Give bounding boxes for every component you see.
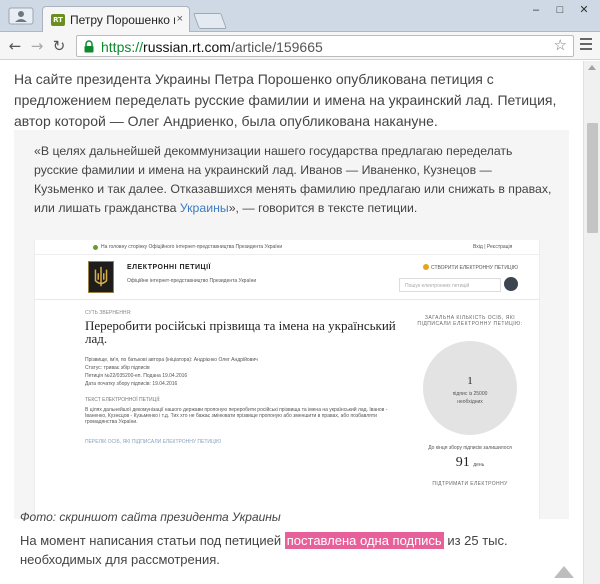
browser-menu-icon[interactable] (580, 38, 594, 52)
signature-count: 1 (467, 375, 473, 387)
maximize-button[interactable]: □ (550, 4, 570, 18)
resize-grip-icon[interactable] (550, 560, 578, 580)
close-window-button[interactable]: ✕ (574, 4, 594, 18)
trident-emblem-icon (88, 261, 114, 293)
petition-text: В цілях дальнейшої декомунізації нашого … (85, 407, 388, 425)
screenshot-search-icon (504, 277, 518, 291)
petition-label: СУТЬ ЗВЕРНЕННЯ: (85, 310, 132, 316)
signature-counter-circle: 1 підпис із 25000 необхідних (423, 341, 517, 435)
petition-title: Переробити російські прізвища та імена н… (85, 318, 396, 346)
screenshot-signature-panel: ЗАГАЛЬНА КІЛЬКІСТЬ ОСІБ, ЯКІ ПІДПИСАЛИ Е… (415, 315, 525, 487)
petition-text-label: ТЕКСТ ЕЛЕКТРОННОЇ ПЕТИЦІЇ: (85, 397, 161, 403)
url-scheme: https:// (101, 39, 144, 55)
screenshot-search-field: Пошук електронних петицій (399, 278, 501, 292)
signature-of-total: підпис із 25000 (452, 391, 488, 397)
petition-meta: Прізвище, ім'я, по батькові автора (ініц… (85, 357, 405, 387)
closing-text-start: На момент написания статьи под петицией (20, 533, 285, 548)
url-path: /article/159665 (230, 39, 323, 55)
screenshot-topbar: На головну сторінку Офіційного інтернет-… (35, 240, 539, 255)
petition-status: Статус: триває збір підписів (85, 365, 150, 371)
screenshot-login-link: Вхід | Реєстрація (473, 244, 513, 250)
screenshot-header: ЕЛЕКТРОННІ ПЕТИЦІЇ Офіційне інтернет-пре… (35, 255, 539, 300)
browser-titlebar: RT Петру Порошенко предл × – □ ✕ (0, 0, 600, 33)
petition-author: Прізвище, ім'я, по батькові автора (ініц… (85, 357, 258, 363)
tab-close-icon[interactable]: × (177, 12, 183, 26)
days-left-value: 91 день (415, 455, 525, 471)
screenshot-create-link-text: СТВОРИТИ ЕЛЕКТРОННУ ПЕТИЦІЮ (431, 265, 519, 271)
url-host: russian.rt.com (143, 39, 231, 55)
screenshot-home-link: На головну сторінку Офіційного інтернет-… (101, 244, 283, 250)
petition-screenshot-image: На головну сторінку Офіційного інтернет-… (34, 240, 540, 519)
petition-signers-link: ПЕРЕЛІК ОСІБ, ЯКІ ПІДПИСАЛИ ЕЛЕКТРОННУ П… (85, 439, 222, 445)
user-profile-icon[interactable] (8, 7, 34, 25)
ukraine-link[interactable]: Украины (180, 201, 229, 215)
forward-button[interactable]: → (28, 37, 46, 55)
page-viewport: На сайте президента Украины Петра Пороше… (0, 61, 583, 584)
url-text: https://russian.rt.com/article/159665 (101, 39, 323, 55)
petition-number: Петиція №22/035200-еп. Подана 19.04.2016 (85, 373, 188, 379)
highlighted-signature-count: поставлена одна подпись (284, 532, 444, 549)
petition-start-date: Дата початку збору підписів: 19.04.2016 (85, 381, 178, 387)
quote-block: «В целях дальнейшей декоммунизации нашег… (14, 130, 569, 519)
lock-icon (84, 40, 94, 53)
days-left-number: 91 (455, 455, 470, 470)
photo-caption: Фото: скриншот сайта президента Украины (20, 510, 281, 524)
signature-panel-title: ЗАГАЛЬНА КІЛЬКІСТЬ ОСІБ, ЯКІ ПІДПИСАЛИ Е… (417, 315, 523, 327)
quote-text: «В целях дальнейшей декоммунизации нашег… (34, 142, 554, 218)
days-left-label: До кінця збору підписів залишилося (428, 445, 512, 451)
address-bar[interactable]: https://russian.rt.com/article/159665 ☆ (76, 35, 574, 57)
scroll-up-arrow-icon[interactable] (588, 65, 596, 70)
scrollbar-thumb[interactable] (587, 123, 598, 233)
quote-text-end: », — говорится в тексте петиции. (228, 201, 418, 215)
reload-button[interactable]: ↻ (50, 37, 68, 55)
days-left-unit: день (473, 462, 485, 468)
article-lead: На сайте президента Украины Петра Пороше… (14, 71, 557, 129)
minimize-button[interactable]: – (526, 4, 546, 18)
home-dot-icon (93, 245, 98, 250)
browser-tab[interactable]: RT Петру Порошенко предл × (42, 6, 190, 33)
signature-needed: необхідних (457, 399, 483, 405)
support-petition-label: ПІДТРИМАТИ ЕЛЕКТРОННУ (432, 481, 508, 487)
screenshot-site-name: ЕЛЕКТРОННІ ПЕТИЦІЇ (127, 264, 211, 271)
window-controls: – □ ✕ (526, 4, 594, 18)
screenshot-petition-body: СУТЬ ЗВЕРНЕННЯ: Переробити російські прі… (85, 310, 405, 445)
screenshot-create-link: СТВОРИТИ ЕЛЕКТРОННУ ПЕТИЦІЮ (423, 264, 518, 271)
rt-favicon-icon: RT (51, 14, 65, 26)
bulb-icon (423, 264, 429, 270)
article-closing-paragraph: На момент написания статьи под петицией … (20, 531, 560, 569)
screenshot-site-subtitle: Офіційне інтернет-представництво Президе… (127, 278, 257, 284)
back-button[interactable]: ← (6, 37, 24, 55)
new-tab-button[interactable] (193, 13, 227, 29)
tab-title: Петру Порошенко предл (70, 13, 175, 27)
browser-toolbar: ← → ↻ https://russian.rt.com/article/159… (0, 32, 600, 60)
page-scrollbar[interactable] (583, 61, 600, 584)
screenshot-search-placeholder: Пошук електронних петицій (405, 283, 470, 289)
bookmark-star-icon[interactable]: ☆ (554, 37, 567, 55)
